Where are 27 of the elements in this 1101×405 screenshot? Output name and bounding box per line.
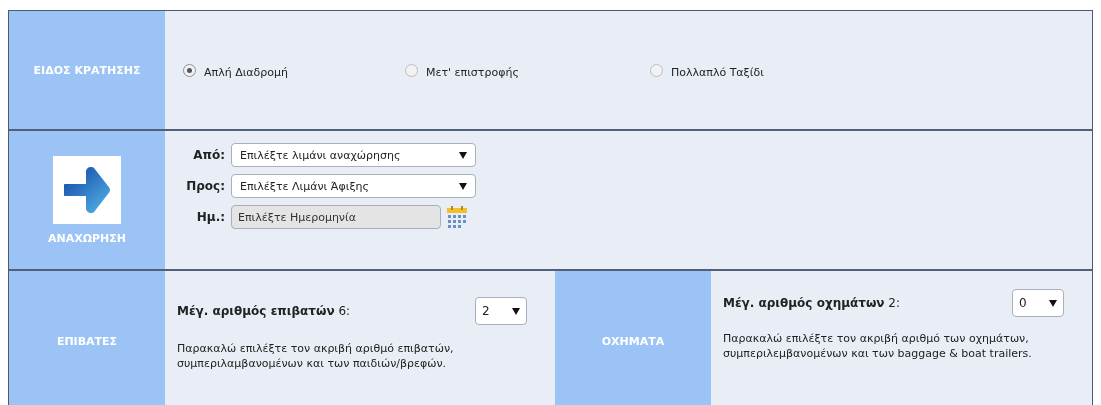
date-field[interactable]: Επιλέξτε Ημερομηνία xyxy=(231,205,441,229)
section-title: ΟΧΗΜΑΤΑ xyxy=(601,334,665,348)
caret-icon xyxy=(512,307,520,315)
dropdown[interactable]: Επιλέξτε Λιμάνι Άφιξης xyxy=(231,174,476,198)
field-label: Ημ.: xyxy=(195,210,225,224)
section-title: ΑΝΑΧΩΡΗΣΗ xyxy=(47,231,127,245)
count-dropdown[interactable]: 2 xyxy=(475,297,527,325)
field-label: Από: xyxy=(192,148,225,162)
max-count-label: Μέγ. αριθμός επιβατών 6: xyxy=(177,304,351,318)
caret-icon xyxy=(459,151,467,159)
dropdown[interactable]: Επιλέξτε λιμάνι αναχώρησης xyxy=(231,143,476,167)
count-dropdown[interactable]: 0 xyxy=(1012,289,1064,317)
caret-icon xyxy=(1049,299,1057,307)
radio-label[interactable]: Απλή Διαδρομή xyxy=(204,65,289,79)
section-title: ΕΙΔΟΣ ΚΡΑΤΗΣΗΣ xyxy=(33,63,141,77)
radio-label[interactable]: Μετ' επιστροφής xyxy=(426,65,519,79)
help-text: Παρακαλώ επιλέξτε τον ακριβή αριθμό επιβατών, συμπεριλαμβανομένων και των παιδιών/βρεφών. xyxy=(177,341,455,371)
field-label: Προς: xyxy=(185,179,225,193)
help-text: Παρακαλώ επιλέξτε τον ακριβή αριθμό των οχημάτων, συμπεριλεμβανομένων και των baggage & boat trailers. xyxy=(723,331,1033,361)
radio-button[interactable] xyxy=(650,63,663,77)
radio-label[interactable]: Πολλαπλό Ταξίδι xyxy=(671,65,764,79)
radio-button[interactable] xyxy=(183,63,196,77)
calendar-icon[interactable] xyxy=(447,206,467,228)
section-title: ΕΠΙΒΑΤΕΣ xyxy=(56,334,118,348)
caret-icon xyxy=(459,182,467,190)
radio-button[interactable] xyxy=(405,63,418,77)
max-count-label: Μέγ. αριθμός οχημάτων 2: xyxy=(723,296,900,310)
